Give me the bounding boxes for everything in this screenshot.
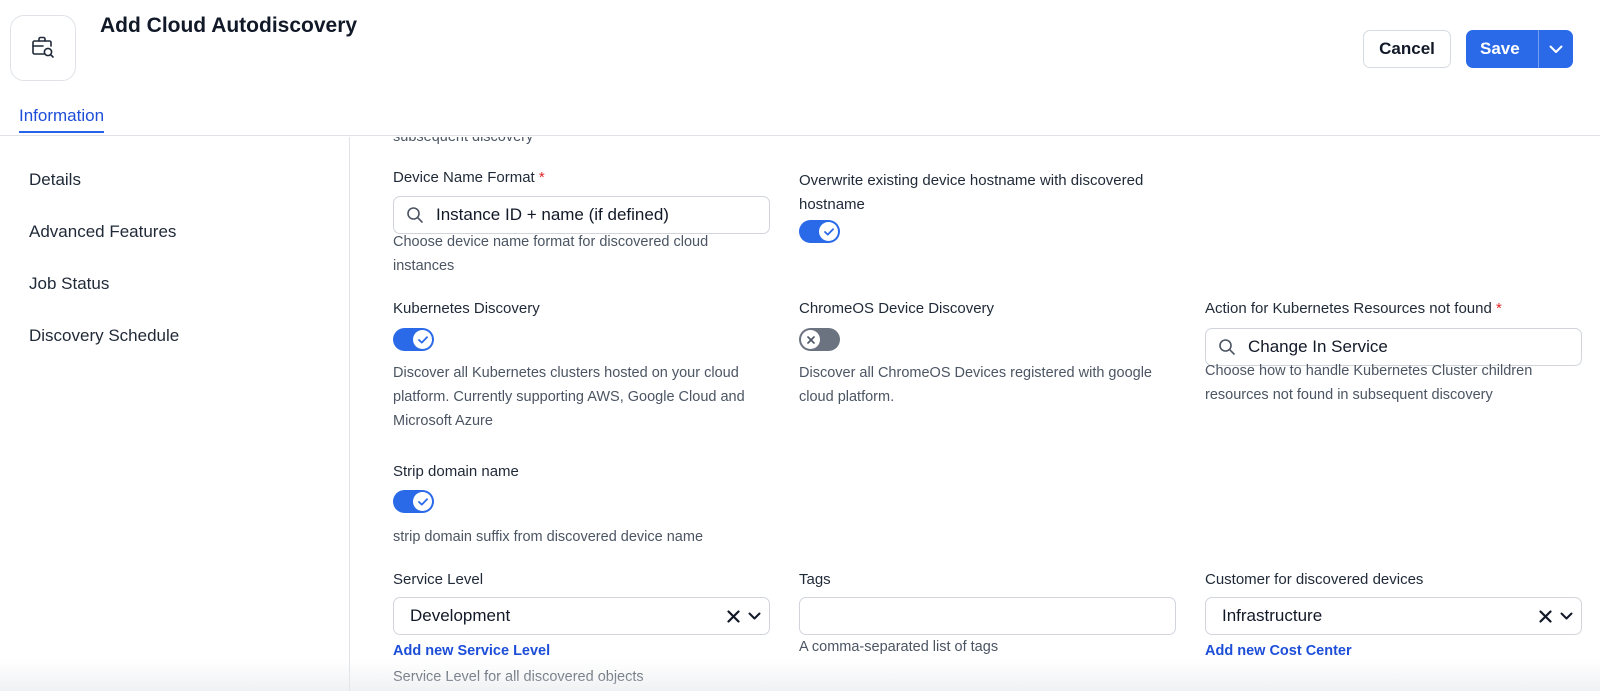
service-level-label: Service Level <box>393 571 484 588</box>
device-name-format-value: Instance ID + name (if defined) <box>436 205 669 224</box>
close-icon <box>801 330 820 349</box>
customer-label: Customer for discovered devices <box>1205 571 1424 588</box>
truncated-help-text: subsequent discovery <box>393 137 534 145</box>
customer-select[interactable]: Infrastructure <box>1205 597 1582 635</box>
customer-value: Infrastructure <box>1222 606 1323 625</box>
service-level-value: Development <box>410 606 511 625</box>
k8s-not-found-action-label-text: Action for Kubernetes Resources not foun… <box>1205 300 1492 317</box>
check-icon <box>413 330 432 349</box>
overwrite-hostname-label: Overwrite existing device hostname with … <box>799 172 1144 213</box>
check-icon <box>413 492 432 511</box>
strip-domain-label: Strip domain name <box>393 463 519 480</box>
kubernetes-discovery-toggle[interactable] <box>393 328 434 351</box>
kubernetes-discovery-help: Discover all Kubernetes clusters hosted … <box>393 365 745 429</box>
briefcase-search-icon <box>10 15 76 81</box>
chromeos-discovery-help: Discover all ChromeOS Devices registered… <box>799 365 1152 405</box>
tags-label: Tags <box>799 571 831 588</box>
strip-domain-help: strip domain suffix from discovered devi… <box>393 529 704 545</box>
strip-domain-toggle[interactable] <box>393 490 434 513</box>
check-icon <box>819 222 838 241</box>
chromeos-discovery-label: ChromeOS Device Discovery <box>799 300 995 317</box>
search-icon <box>406 206 424 224</box>
service-level-help: Service Level for all discovered objects <box>393 669 644 685</box>
k8s-not-found-action-value: Change In Service <box>1248 337 1388 356</box>
tab-information[interactable]: Information <box>19 106 105 133</box>
page-header: Add Cloud Autodiscovery Cancel Save Info… <box>0 0 1600 136</box>
sidebar-nav: Details Advanced Features Job Status Dis… <box>0 137 350 691</box>
save-button[interactable]: Save <box>1466 30 1573 68</box>
tags-help: A comma-separated list of tags <box>799 639 999 655</box>
device-name-format-label-text: Device Name Format <box>393 169 535 186</box>
k8s-not-found-action-help: Choose how to handle Kubernetes Cluster … <box>1205 363 1533 403</box>
chevron-down-icon[interactable] <box>748 612 761 620</box>
sidebar-item-advanced-features[interactable]: Advanced Features <box>29 222 176 242</box>
k8s-not-found-action-label: Action for Kubernetes Resources not foun… <box>1205 300 1502 317</box>
clear-icon[interactable] <box>727 609 740 623</box>
add-service-level-link[interactable]: Add new Service Level <box>393 643 550 659</box>
device-name-format-select[interactable]: Instance ID + name (if defined) <box>393 196 770 234</box>
required-marker: * <box>538 169 545 186</box>
add-cost-center-link[interactable]: Add new Cost Center <box>1205 643 1352 659</box>
chromeos-discovery-toggle[interactable] <box>799 328 840 351</box>
service-level-select[interactable]: Development <box>393 597 770 635</box>
form-content: subsequent discovery Device Name Format … <box>351 137 1600 691</box>
tags-input[interactable] <box>799 597 1176 635</box>
overwrite-hostname-toggle[interactable] <box>799 220 840 243</box>
clear-icon[interactable] <box>1539 609 1552 623</box>
sidebar-item-job-status[interactable]: Job Status <box>29 274 109 294</box>
chevron-down-icon[interactable] <box>1538 30 1572 68</box>
kubernetes-discovery-label: Kubernetes Discovery <box>393 300 540 317</box>
save-button-label: Save <box>1480 39 1520 58</box>
cancel-button[interactable]: Cancel <box>1363 30 1451 68</box>
sidebar-item-discovery-schedule[interactable]: Discovery Schedule <box>29 326 179 346</box>
device-name-format-label: Device Name Format * <box>393 169 545 186</box>
sidebar-item-details[interactable]: Details <box>29 170 81 190</box>
required-marker: * <box>1496 300 1502 317</box>
page-title: Add Cloud Autodiscovery <box>100 14 358 37</box>
search-icon <box>1218 338 1236 356</box>
chevron-down-icon[interactable] <box>1560 612 1573 620</box>
device-name-format-help: Choose device name format for discovered… <box>393 234 709 274</box>
